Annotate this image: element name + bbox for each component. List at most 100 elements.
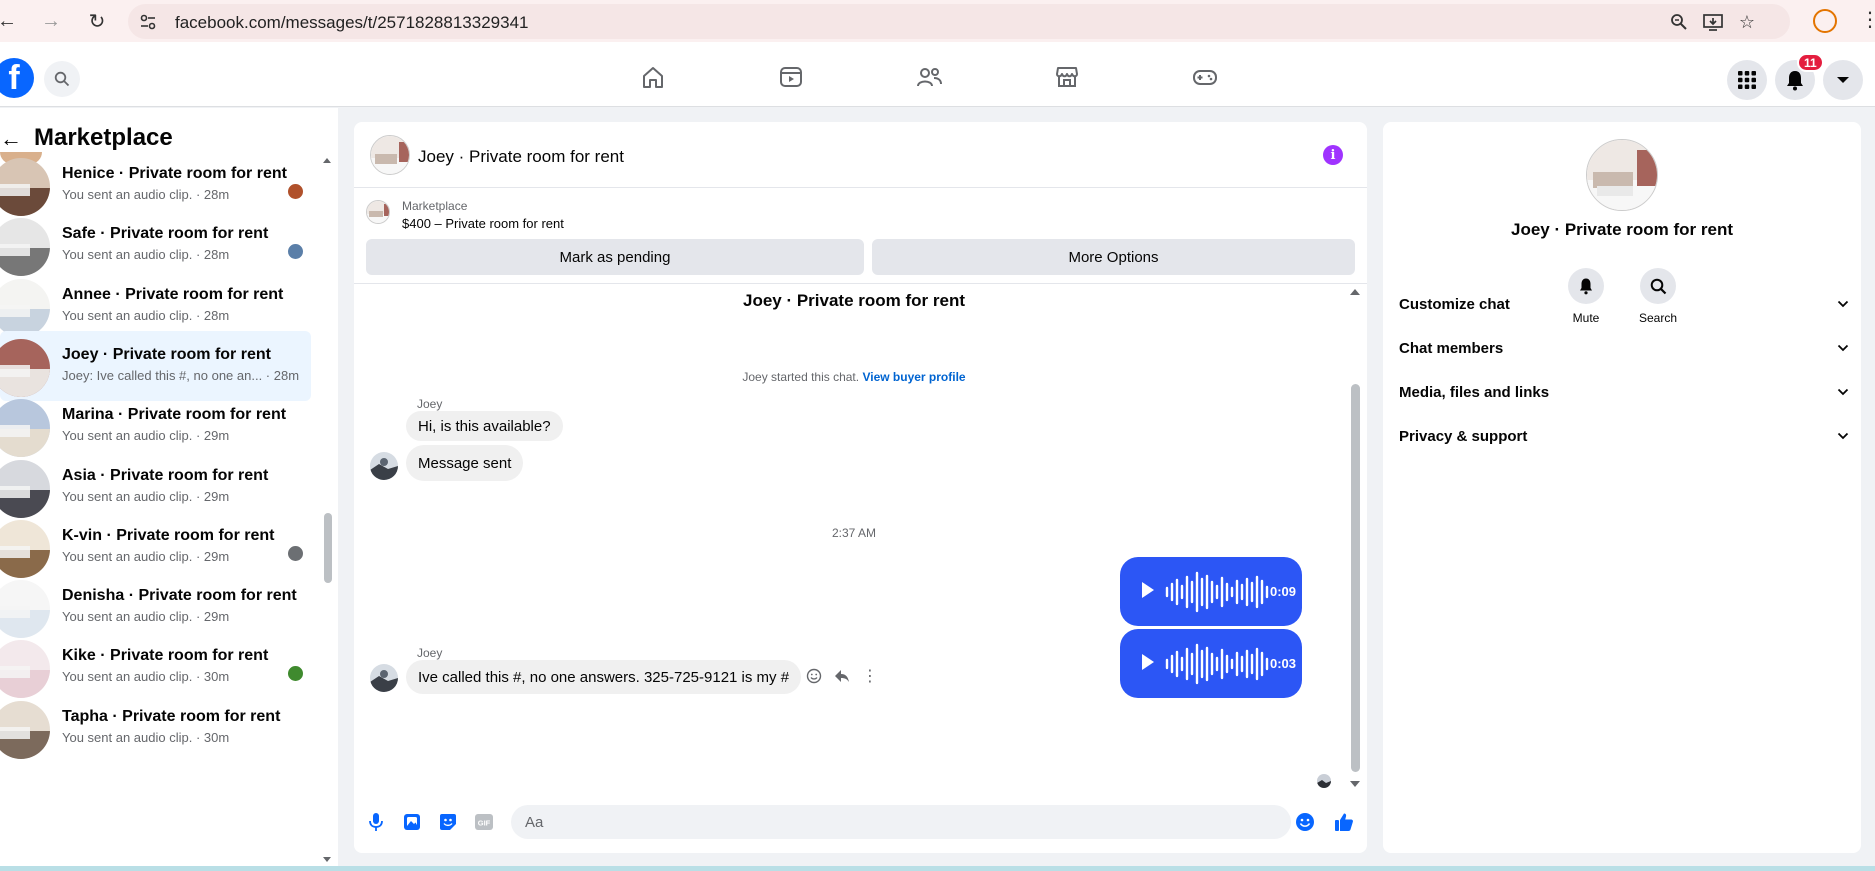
conversation-preview: You sent an audio clip. · 29m: [62, 428, 230, 444]
info-icon[interactable]: i: [1323, 145, 1343, 165]
waveform-icon: [1165, 571, 1269, 613]
read-receipt-avatar: [288, 666, 303, 682]
forward-icon[interactable]: →: [38, 8, 64, 34]
conversation-title: Asia · Private room for rent: [62, 466, 269, 484]
listing-price-title[interactable]: $400 – Private room for rent: [402, 216, 564, 231]
site-settings-icon[interactable]: [138, 12, 158, 32]
conversation-avatar[interactable]: [0, 399, 50, 458]
svg-text:GIF: GIF: [478, 819, 491, 828]
gaming-icon[interactable]: [1185, 60, 1225, 94]
listing-thumbnail[interactable]: [366, 200, 390, 224]
conversation-item[interactable]: Marina · Private room for rent You sent a…: [0, 391, 311, 461]
scroll-up-arrow-icon[interactable]: [322, 156, 332, 164]
facebook-logo[interactable]: f: [0, 58, 34, 98]
back-arrow-icon[interactable]: ←: [0, 126, 22, 152]
video-icon[interactable]: [771, 60, 811, 94]
chat-avatar[interactable]: [370, 135, 410, 175]
privacy-support-section[interactable]: Privacy & support: [1399, 418, 1849, 454]
chat-panel: Joey · Private room for rent i Marketpla…: [354, 122, 1367, 853]
emoji-icon[interactable]: [1294, 811, 1316, 833]
play-icon[interactable]: [1142, 654, 1154, 670]
photo-attach-icon[interactable]: [401, 811, 423, 833]
waveform-icon: [1165, 643, 1269, 685]
apps-grid-icon[interactable]: [1727, 60, 1767, 100]
conversation-avatar[interactable]: [0, 580, 50, 639]
system-note-text: Joey started this chat.: [742, 370, 860, 384]
chat-title[interactable]: Joey · Private room for rent: [418, 147, 624, 167]
chevron-down-icon: [1837, 300, 1849, 308]
conversation-title: Denisha · Private room for rent: [62, 587, 297, 605]
conversation-preview: You sent an audio clip. · 30m: [62, 729, 230, 745]
conversation-title: Marina · Private room for rent: [62, 406, 287, 424]
friends-icon[interactable]: [909, 60, 949, 94]
bottom-edge: [0, 866, 1875, 871]
marketplace-icon[interactable]: [1047, 60, 1087, 94]
scroll-down-arrow-icon[interactable]: [322, 856, 332, 864]
chat-scroll-thumb[interactable]: [1351, 384, 1360, 772]
scroll-up-arrow-icon[interactable]: [1349, 288, 1361, 296]
section-label: Customize chat: [1399, 295, 1510, 313]
conversation-avatar[interactable]: [0, 700, 50, 759]
customize-chat-section[interactable]: Customize chat: [1399, 286, 1849, 322]
sidebar-scrollbar[interactable]: [322, 156, 332, 862]
message-bubble[interactable]: Hi, is this available?: [406, 411, 563, 441]
back-icon[interactable]: ←: [0, 8, 20, 34]
browser-menu-icon[interactable]: ⋮: [1860, 7, 1875, 32]
conversation-avatar[interactable]: [0, 158, 50, 216]
chevron-down-icon: [1837, 432, 1849, 440]
conversation-item[interactable]: Safe · Private room for rent You sent an …: [0, 210, 311, 280]
install-app-icon[interactable]: [1702, 12, 1724, 32]
mark-as-pending-button[interactable]: Mark as pending: [366, 239, 864, 275]
conversation-preview: You sent an audio clip. · 28m: [62, 307, 230, 323]
conversation-avatar[interactable]: [0, 278, 50, 337]
conversation-avatar[interactable]: [0, 459, 50, 518]
reply-icon[interactable]: [832, 666, 852, 686]
sidebar-scroll-thumb[interactable]: [324, 513, 332, 583]
audio-duration: 0:03: [1269, 656, 1296, 671]
sender-avatar[interactable]: [370, 452, 398, 480]
thumbs-up-icon[interactable]: [1333, 811, 1355, 833]
bookmark-star-icon[interactable]: ☆: [1736, 12, 1758, 32]
audio-clip-bubble[interactable]: 0:09: [1120, 557, 1302, 626]
microphone-icon[interactable]: [365, 811, 387, 833]
conversation-info-panel: Joey · Private room for rent Mute Search…: [1383, 122, 1861, 853]
info-avatar[interactable]: [1586, 139, 1658, 211]
react-emoji-icon[interactable]: [804, 666, 824, 686]
sticker-icon[interactable]: [437, 811, 459, 833]
notification-count-badge: 11: [1797, 53, 1824, 72]
conversation-avatar[interactable]: [0, 640, 50, 699]
account-menu-icon[interactable]: [1823, 60, 1863, 100]
view-buyer-profile-link[interactable]: View buyer profile: [862, 370, 965, 384]
scroll-down-arrow-icon[interactable]: [1349, 780, 1361, 788]
play-icon[interactable]: [1142, 582, 1154, 598]
message-input[interactable]: [511, 805, 1291, 839]
search-icon[interactable]: [44, 61, 80, 97]
conversation-item[interactable]: Tapha · Private room for rent You sent an…: [0, 693, 311, 763]
conversation-avatar[interactable]: [0, 338, 50, 397]
section-label: Privacy & support: [1399, 427, 1528, 445]
conversation-avatar[interactable]: [0, 519, 50, 578]
home-icon[interactable]: [633, 60, 673, 94]
media-files-links-section[interactable]: Media, files and links: [1399, 374, 1849, 410]
message-bubble[interactable]: Message sent: [406, 445, 524, 481]
browser-profile-icon[interactable]: [1813, 9, 1837, 33]
section-label: Media, files and links: [1399, 383, 1550, 401]
message-bubble[interactable]: Ive called this #, no one answers. 325-7…: [406, 660, 802, 694]
conversation-preview: You sent an audio clip. · 29m: [62, 488, 230, 504]
conversation-avatar[interactable]: [0, 218, 50, 277]
more-actions-icon[interactable]: ⋮: [860, 666, 880, 686]
thread-title: Joey · Private room for rent: [742, 291, 965, 310]
url-text[interactable]: facebook.com/messages/t/2571828813329341: [175, 13, 528, 33]
info-name: Joey · Private room for rent: [1510, 220, 1733, 239]
audio-clip-bubble[interactable]: 0:03: [1120, 629, 1302, 698]
conversation-preview: You sent an audio clip. · 30m: [62, 669, 230, 685]
gif-icon[interactable]: GIF: [473, 811, 495, 833]
zoom-icon[interactable]: [1668, 12, 1690, 32]
conversation-item[interactable]: Kike · Private room for rent You sent an …: [0, 632, 311, 702]
sender-avatar[interactable]: [370, 664, 398, 692]
address-bar[interactable]: facebook.com/messages/t/2571828813329341…: [128, 4, 1790, 39]
reload-icon[interactable]: ↻: [84, 8, 110, 34]
more-options-button[interactable]: More Options: [872, 239, 1355, 275]
chat-members-section[interactable]: Chat members: [1399, 330, 1849, 366]
sender-name: Joey: [417, 397, 443, 411]
